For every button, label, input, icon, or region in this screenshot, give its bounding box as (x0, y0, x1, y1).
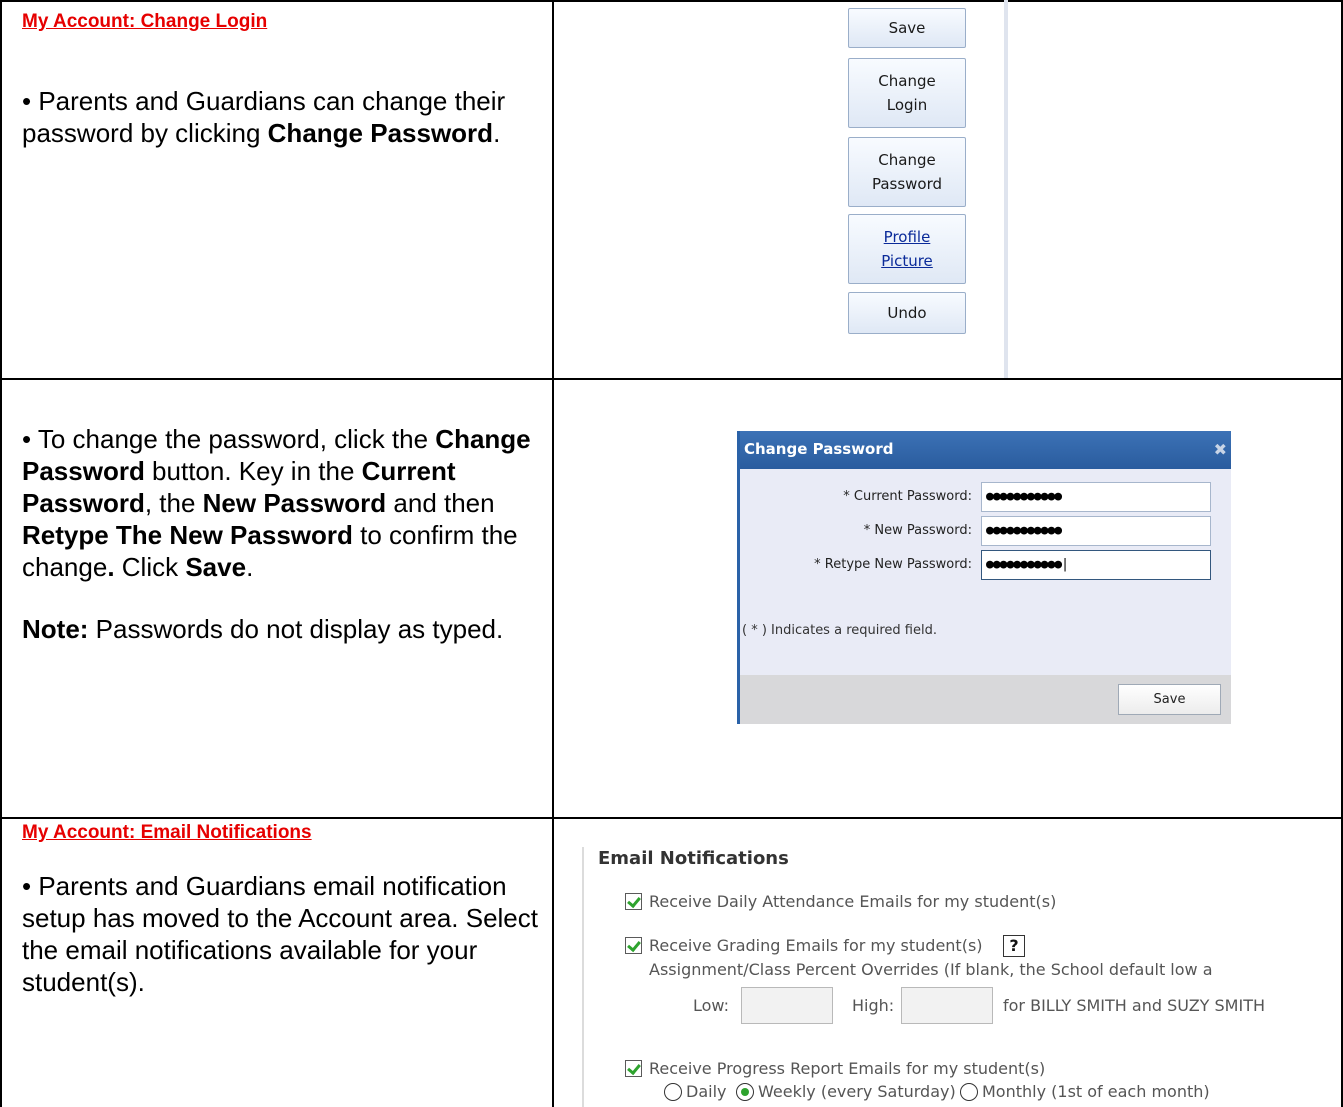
section-heading-email-notifications: My Account: Email Notifications (22, 822, 312, 843)
retype-password-row: * Retype New Password: ●●●●●●●●●●●| (740, 550, 1231, 582)
row2-description: • To change the password, click the Chan… (22, 423, 537, 583)
row2-note: Note: Passwords do not display as typed. (22, 613, 537, 645)
change-password-dialog: Change Password ✖ * Current Password: ●●… (737, 431, 1231, 724)
table-divider-middle (552, 0, 554, 1107)
profile-picture-button[interactable]: Profile Picture (848, 214, 966, 284)
profile-picture-label-2: Picture (881, 252, 933, 270)
monthly-radio[interactable] (960, 1083, 978, 1101)
profile-picture-label-1: Profile (883, 228, 931, 246)
progress-report-label: Receive Progress Report Emails for my st… (649, 1059, 1046, 1078)
change-login-button[interactable]: Change Login (848, 58, 966, 128)
row3-description: • Parents and Guardians email notificati… (22, 871, 538, 997)
change-password-label-2: Password (871, 175, 943, 193)
dialog-save-button[interactable]: Save (1118, 684, 1221, 715)
grading-label: Receive Grading Emails for my student(s) (649, 936, 983, 955)
change-password-label-1: Change (878, 151, 936, 169)
row3-left-cell: My Account: Email Notifications • Parent… (22, 822, 542, 1024)
for-students-label: for BILLY SMITH and SUZY SMITH (1003, 996, 1265, 1015)
attendance-checkbox[interactable] (625, 893, 642, 910)
retype-password-label: * Retype New Password: (814, 557, 972, 572)
row-divider-1 (0, 378, 1343, 380)
row1-description: • Parents and Guardians can change their… (22, 85, 542, 149)
row2-bold-6: Save (185, 552, 247, 582)
row2-text-1: • To change the password, click the (22, 424, 436, 454)
low-input[interactable] (741, 987, 833, 1024)
note-label: Note: (22, 614, 89, 644)
daily-radio[interactable] (664, 1083, 682, 1101)
monthly-label: Monthly (1st of each month) (982, 1082, 1210, 1101)
sidebar-separator (1004, 0, 1008, 378)
weekly-radio[interactable] (736, 1083, 754, 1101)
new-password-row: * New Password: ●●●●●●●●●●● (740, 516, 1231, 548)
row2-text-3: , the (144, 488, 203, 518)
panel-separator (582, 847, 584, 1107)
new-password-label: * New Password: (863, 523, 972, 538)
document-table: My Account: Change Login • Parents and G… (0, 0, 1343, 1107)
row2-left-cell: • To change the password, click the Chan… (22, 423, 537, 645)
change-login-label-2: Login (886, 96, 928, 114)
low-label: Low: (693, 996, 730, 1015)
undo-button[interactable]: Undo (848, 292, 966, 334)
required-field-note: ( * ) Indicates a required field. (742, 623, 937, 638)
grading-checkbox[interactable] (625, 937, 642, 954)
change-password-button[interactable]: Change Password (848, 137, 966, 207)
retype-password-input[interactable]: ●●●●●●●●●●●| (981, 550, 1211, 580)
save-button[interactable]: Save (848, 8, 966, 48)
daily-label: Daily (686, 1082, 727, 1101)
table-border-left (0, 0, 2, 1107)
row2-bold-5: . (107, 552, 115, 582)
row1-left-cell: My Account: Change Login • Parents and G… (22, 11, 542, 175)
row1-bold: Change Password (267, 118, 494, 148)
table-border-top (0, 0, 1343, 2)
overrides-label: Assignment/Class Percent Overrides (If b… (649, 960, 1213, 979)
help-icon[interactable]: ? (1003, 935, 1025, 957)
row2-text-4: and then (386, 488, 495, 518)
dialog-titlebar: Change Password ✖ (740, 431, 1231, 469)
row2-bold-4: Retype The New Password (22, 520, 353, 550)
dialog-title: Change Password (744, 440, 894, 458)
new-password-input[interactable]: ●●●●●●●●●●● (981, 516, 1211, 546)
attendance-label: Receive Daily Attendance Emails for my s… (649, 892, 1057, 911)
row1-text-end: . (493, 118, 501, 148)
row2-bold-3: New Password (202, 488, 387, 518)
undo-button-label: Undo (887, 304, 927, 322)
save-button-label: Save (888, 19, 926, 37)
row2-text-6: Click (114, 552, 186, 582)
weekly-label: Weekly (every Saturday) (758, 1082, 956, 1101)
row-divider-2 (0, 817, 1343, 819)
change-login-label-1: Change (878, 72, 936, 90)
section-heading-change-login: My Account: Change Login (22, 11, 268, 32)
current-password-label: * Current Password: (843, 489, 972, 504)
row2-text-7: . (246, 552, 254, 582)
email-notifications-title: Email Notifications (598, 848, 789, 869)
progress-report-checkbox[interactable] (625, 1060, 642, 1077)
high-label: High: (852, 996, 895, 1015)
close-icon[interactable]: ✖ (1214, 440, 1227, 459)
current-password-row: * Current Password: ●●●●●●●●●●● (740, 482, 1231, 514)
row2-text-2: button. Key in the (144, 456, 362, 486)
high-input[interactable] (901, 987, 993, 1024)
note-text: Passwords do not display as typed. (88, 614, 504, 644)
current-password-input[interactable]: ●●●●●●●●●●● (981, 482, 1211, 512)
